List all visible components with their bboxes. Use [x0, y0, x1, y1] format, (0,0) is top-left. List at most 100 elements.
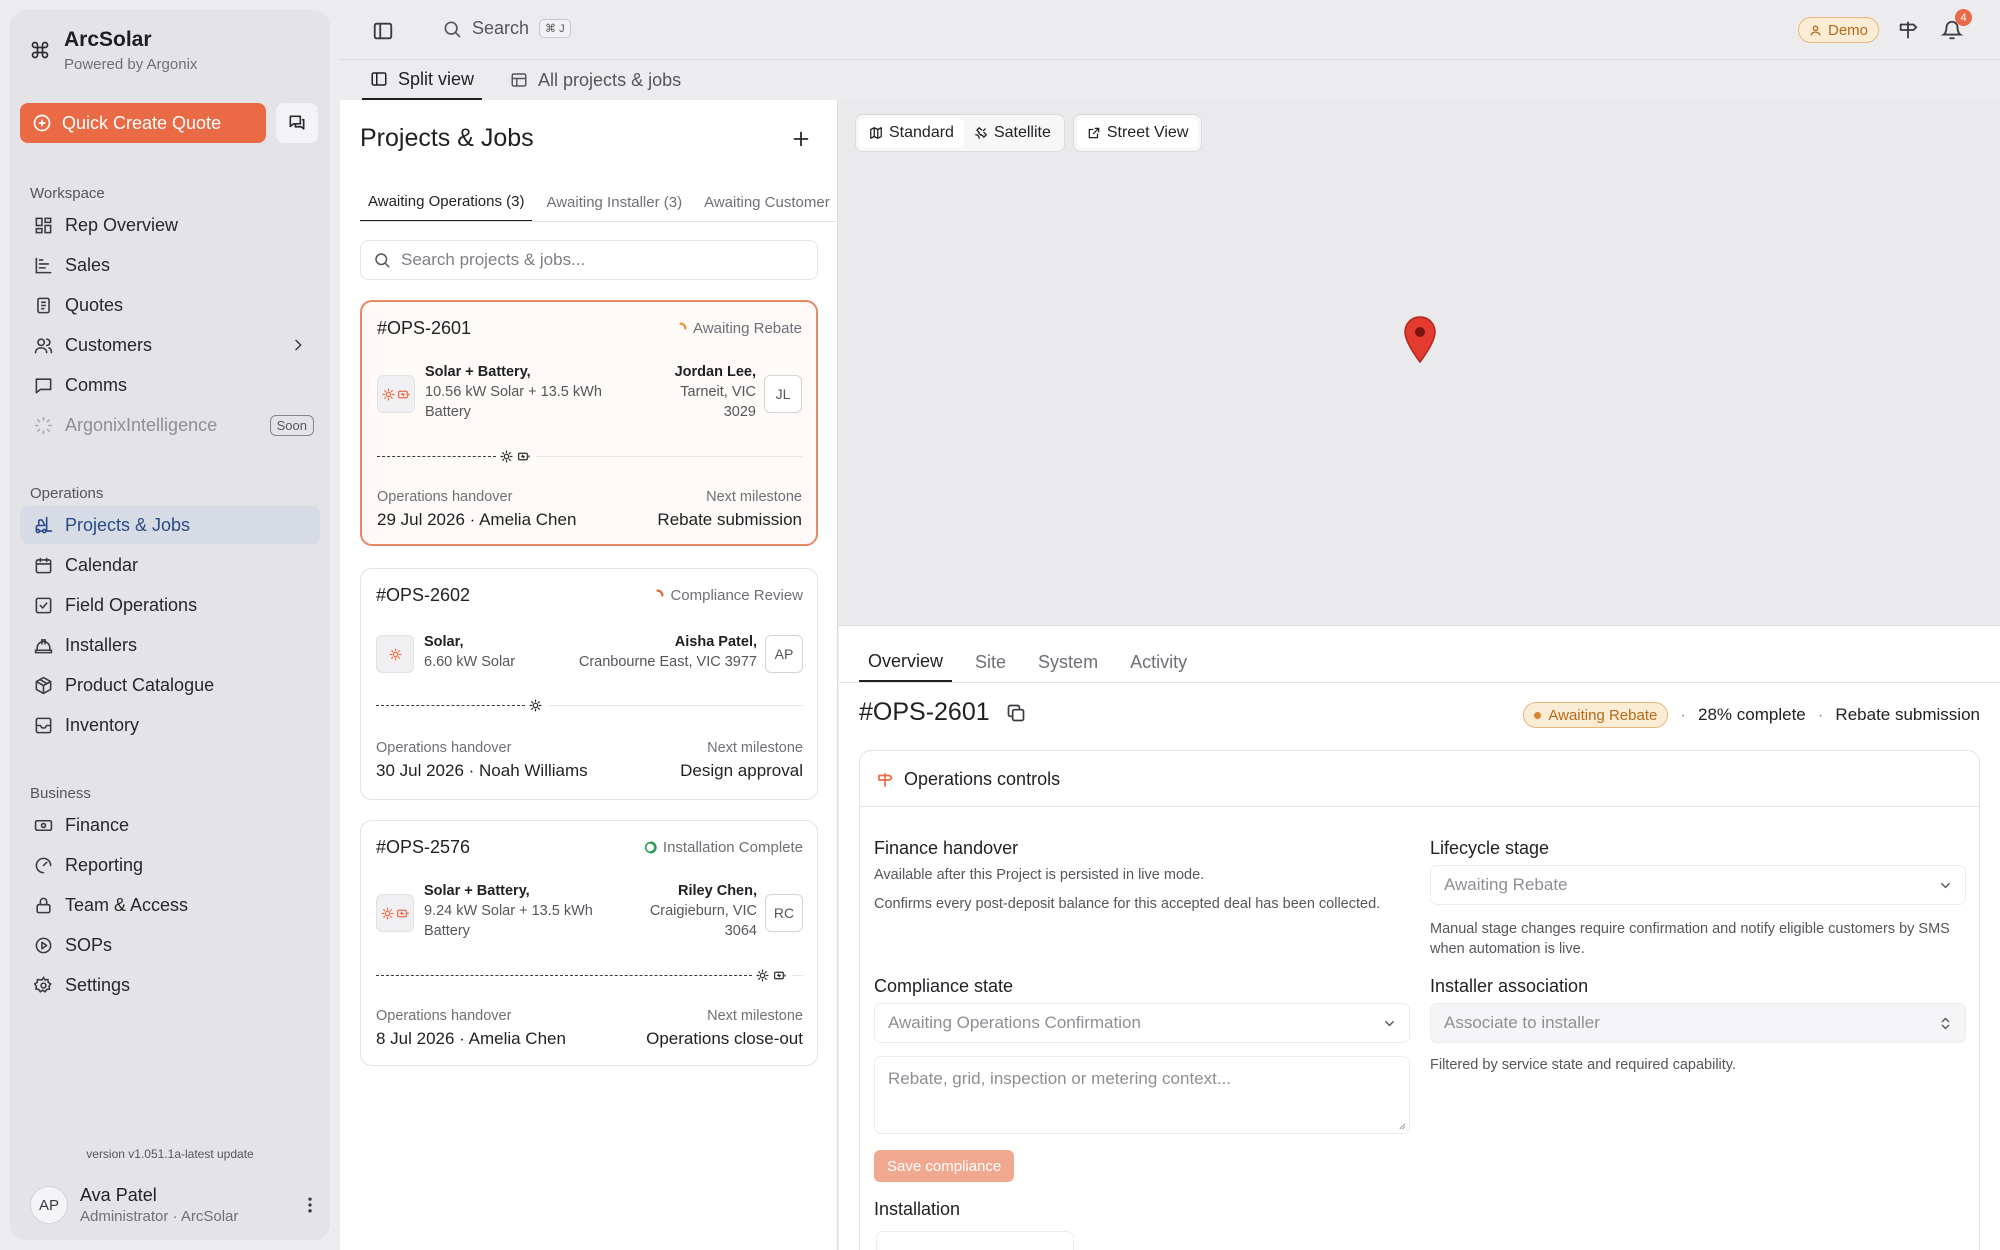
- global-search[interactable]: Search ⌘ J: [442, 18, 571, 39]
- signpost-icon[interactable]: [1897, 19, 1919, 41]
- sun-icon: [756, 969, 769, 982]
- copy-icon[interactable]: [1006, 703, 1026, 723]
- search-input[interactable]: Search projects & jobs...: [360, 240, 818, 280]
- lifecycle-stage-value: Awaiting Rebate: [1444, 875, 1568, 894]
- sidebar-item-field-operations[interactable]: Field Operations: [20, 586, 320, 624]
- operations-controls-title: Operations controls: [904, 769, 1061, 789]
- progress-arc-icon: [656, 589, 664, 597]
- search-label: Search: [472, 18, 530, 38]
- message-square-icon: [35, 377, 52, 393]
- compliance-notes-textarea[interactable]: Rebate, grid, inspection or metering con…: [874, 1056, 1410, 1134]
- operations-controls-header: Operations controls: [876, 769, 1060, 790]
- user-role: Administrator · ArcSolar: [80, 1208, 239, 1225]
- sidebar-item-sales[interactable]: Sales: [20, 246, 320, 284]
- sidebar-item-sops[interactable]: SOPs: [20, 926, 320, 964]
- compliance-state-select[interactable]: Awaiting Operations Confirmation: [874, 1003, 1410, 1043]
- map-satellite-button[interactable]: Satellite: [964, 118, 1061, 148]
- sidebar-item-label: Field Operations: [65, 594, 198, 615]
- sidebar-item-label: Finance: [65, 814, 130, 835]
- sidebar-item-label: Sales: [65, 254, 111, 275]
- map-icon: [870, 127, 882, 139]
- sidebar-item-calendar[interactable]: Calendar: [20, 546, 320, 584]
- customer-summary: Aisha Patel, Cranbourne East, VIC 3977: [579, 632, 757, 672]
- sidebar-item-quotes[interactable]: Quotes: [20, 286, 320, 324]
- product-title: Solar + Battery,: [425, 364, 531, 380]
- product-summary: Solar + Battery, 10.56 kW Solar + 13.5 k…: [425, 362, 602, 422]
- status-badge: Compliance Review: [651, 587, 803, 604]
- tab-awaiting-installer[interactable]: Awaiting Installer (3): [538, 182, 690, 221]
- map-pin-icon[interactable]: [1403, 316, 1437, 364]
- installation-field[interactable]: [876, 1231, 1074, 1250]
- section-title-workspace: Workspace: [30, 185, 105, 202]
- sidebar-item-rep-overview[interactable]: Rep Overview: [20, 206, 320, 244]
- calendar-icon: [35, 557, 52, 573]
- banknote-icon: [34, 819, 53, 831]
- brand-subtitle: Powered by Argonix: [64, 56, 198, 73]
- user-profile[interactable]: AP Ava Patel Administrator · ArcSolar: [30, 1185, 320, 1225]
- sidebar-item-finance[interactable]: Finance: [20, 806, 320, 844]
- map-controls: Standard Satellite Street View: [855, 114, 1203, 152]
- messages-button[interactable]: [276, 103, 318, 143]
- status-badge: Awaiting Rebate: [1523, 702, 1669, 728]
- sidebar-item-comms[interactable]: Comms: [20, 366, 320, 404]
- tab-site[interactable]: Site: [966, 642, 1015, 682]
- operations-controls-card: Operations controls Finance handover Ava…: [859, 750, 1980, 1250]
- check-circle-icon: [644, 841, 657, 854]
- job-id: #OPS-2601: [377, 318, 472, 338]
- battery-icon: [518, 452, 530, 461]
- demo-badge[interactable]: Demo: [1798, 17, 1880, 43]
- sidebar-item-projects-jobs[interactable]: Projects & Jobs: [20, 506, 320, 544]
- lifecycle-stage-select[interactable]: Awaiting Rebate: [1430, 865, 1966, 905]
- map-standard-label: Standard: [889, 124, 954, 141]
- plus-icon[interactable]: [790, 128, 812, 150]
- map-view[interactable]: Standard Satellite Street View: [839, 100, 2000, 625]
- tab-overview[interactable]: Overview: [859, 642, 953, 682]
- sidebar-item-product-catalogue[interactable]: Product Catalogue: [20, 666, 320, 704]
- milestone-label: Next milestone: [707, 740, 803, 756]
- version-text: version v1.051.1a-latest update: [86, 1147, 254, 1161]
- tab-system[interactable]: System: [1029, 642, 1107, 682]
- sidebar-item-team-access[interactable]: Team & Access: [20, 886, 320, 924]
- status-label: Compliance Review: [670, 587, 803, 604]
- resize-grip-icon[interactable]: [1397, 1121, 1406, 1130]
- sidebar-toggle-icon[interactable]: [372, 20, 394, 42]
- sidebar-item-reporting[interactable]: Reporting: [20, 846, 320, 884]
- tab-split-view[interactable]: Split view: [362, 60, 483, 100]
- progress-remaining: [792, 975, 803, 976]
- customer-initials: RC: [765, 894, 803, 932]
- job-card[interactable]: #OPS-2576 Installation Complete Solar + …: [360, 820, 818, 1066]
- sidebar-item-inventory[interactable]: Inventory: [20, 706, 320, 744]
- customer-summary: Jordan Lee, Tarneit, VIC 3029: [675, 362, 756, 422]
- job-card[interactable]: #OPS-2602 Compliance Review Solar, 6.60 …: [360, 568, 818, 800]
- forklift-icon: [35, 516, 53, 533]
- installer-association-select[interactable]: Associate to installer: [1430, 1003, 1966, 1043]
- job-card[interactable]: #OPS-2601 Awaiting Rebate Solar + Batter…: [360, 300, 818, 546]
- sidebar-item-customers[interactable]: Customers: [20, 326, 320, 364]
- save-compliance-button[interactable]: Save compliance: [874, 1150, 1015, 1182]
- street-view-button[interactable]: Street View: [1076, 118, 1199, 148]
- tab-label: All projects & jobs: [538, 69, 682, 90]
- more-vertical-icon[interactable]: [300, 1195, 320, 1215]
- separator: ·: [1680, 705, 1687, 724]
- job-id: #OPS-2576: [376, 837, 471, 857]
- sidebar-item-installers[interactable]: Installers: [20, 626, 320, 664]
- check-square-icon: [35, 597, 52, 613]
- customer-location: Tarneit, VIC: [680, 384, 756, 400]
- view-tabs: Split view All projects & jobs: [362, 60, 689, 100]
- chevron-down-icon: [1941, 882, 1950, 888]
- tab-activity[interactable]: Activity: [1121, 642, 1196, 682]
- handover-label: Operations handover: [376, 740, 512, 756]
- quick-create-quote-button[interactable]: Quick Create Quote: [20, 103, 266, 143]
- sidebar-item-label: Rep Overview: [65, 214, 179, 235]
- progress-remaining: [548, 705, 803, 706]
- tab-all-projects-jobs[interactable]: All projects & jobs: [502, 60, 689, 100]
- sidebar-item-settings[interactable]: Settings: [20, 966, 320, 1004]
- quick-create-label: Quick Create Quote: [62, 112, 222, 133]
- customer-summary: Riley Chen, Craigieburn, VIC 3064: [650, 881, 757, 941]
- sidebar-item-label: Team & Access: [65, 894, 189, 915]
- chevron-right-icon[interactable]: [290, 337, 306, 353]
- tab-awaiting-customer[interactable]: Awaiting Customer: [696, 182, 837, 221]
- map-standard-button[interactable]: Standard: [859, 118, 964, 148]
- tab-awaiting-operations[interactable]: Awaiting Operations (3): [360, 182, 533, 221]
- brand[interactable]: ArcSolar Powered by Argonix: [30, 28, 197, 73]
